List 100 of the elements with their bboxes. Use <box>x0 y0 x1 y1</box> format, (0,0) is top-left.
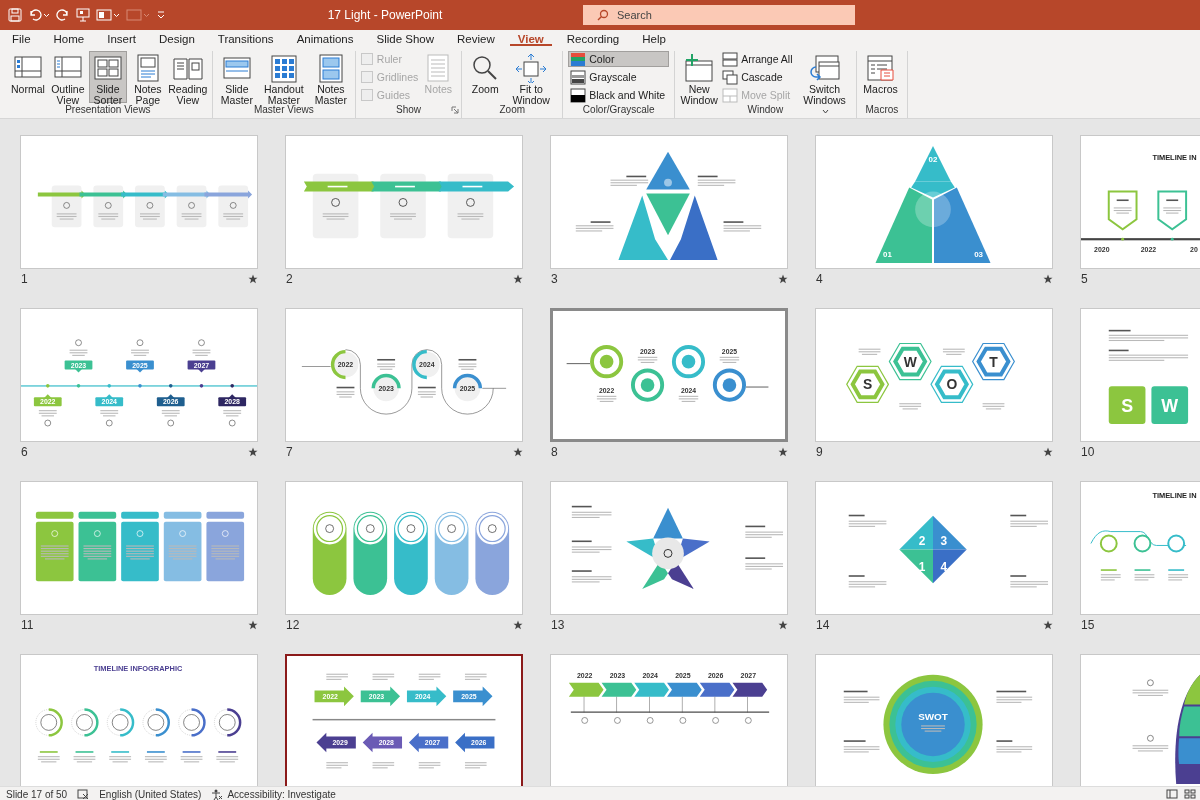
ribbon-tab[interactable]: Design <box>151 31 203 46</box>
ribbon-icon <box>570 87 587 103</box>
ribbon-tab[interactable]: Help <box>634 31 674 46</box>
checkbox-label: Guides <box>376 89 411 101</box>
slide-thumbnail[interactable] <box>20 481 258 615</box>
slide-text: T <box>989 353 998 370</box>
slide-text: 2 <box>918 534 926 549</box>
slide-number: 10 <box>1080 445 1095 459</box>
shape-icon <box>126 8 150 22</box>
ribbon-button[interactable]: Arrange All <box>720 51 797 67</box>
slide-number: 12 <box>285 618 300 632</box>
ribbon-tab[interactable]: Home <box>45 31 93 46</box>
presentation-icon[interactable] <box>76 8 90 22</box>
slide-number: 9 <box>815 445 823 459</box>
animation-star-icon[interactable] <box>248 274 258 284</box>
ribbon-button[interactable]: Grayscale <box>568 69 670 85</box>
ribbon-button[interactable]: Slide Sorter <box>88 51 127 103</box>
slide-text: W <box>903 353 917 370</box>
ribbon-button[interactable]: Switch Windows <box>798 51 851 103</box>
ribbon-button[interactable]: Macros <box>861 51 900 103</box>
slide-thumbnail[interactable] <box>550 135 788 269</box>
ribbon-tab[interactable]: Slide Show <box>368 31 443 46</box>
group-label: Window <box>746 103 785 117</box>
ribbon-icon <box>91 53 124 83</box>
animation-star-icon[interactable] <box>513 274 523 284</box>
animation-star-icon[interactable] <box>1043 274 1053 284</box>
ribbon-tab[interactable]: Transitions <box>209 31 282 46</box>
ribbon-tab[interactable]: Review <box>449 31 503 46</box>
ribbon-icon <box>683 53 716 83</box>
animation-star-icon[interactable] <box>248 620 258 630</box>
slide-number: 1 <box>20 272 28 286</box>
layout-icon[interactable] <box>96 8 120 22</box>
ribbon-button[interactable]: Cascade <box>720 69 797 85</box>
ribbon-button[interactable]: Outline View <box>48 51 87 103</box>
ribbon-button[interactable]: Color <box>568 51 670 67</box>
language-label[interactable]: English (United States) <box>99 788 202 800</box>
checkbox-label: Ruler <box>376 53 402 65</box>
ribbon-button[interactable]: Notes Master <box>311 51 350 103</box>
animation-star-icon[interactable] <box>513 620 523 630</box>
normal-view-icon[interactable] <box>1166 789 1178 799</box>
group-label: Color/Grayscale <box>581 103 656 117</box>
ribbon-icon <box>722 69 739 85</box>
slide-number: 5 <box>1080 272 1088 286</box>
checkbox-label: Gridlines <box>376 71 419 83</box>
ribbon-icon <box>864 53 897 83</box>
accessibility-status[interactable]: Accessibility: Investigate <box>227 788 336 800</box>
save-icon[interactable] <box>8 8 22 22</box>
search-icon <box>597 9 609 21</box>
slide-number: 6 <box>20 445 28 459</box>
slide-text: 4 <box>940 560 948 575</box>
animation-star-icon[interactable] <box>248 447 258 457</box>
ribbon-tab[interactable]: Animations <box>288 31 362 46</box>
undo-icon[interactable] <box>28 8 50 22</box>
ribbon-tab[interactable]: Recording <box>558 31 628 46</box>
slide-thumbnail[interactable] <box>550 481 788 615</box>
slide-sorter-icon[interactable] <box>1184 789 1196 799</box>
group-label: Master Views <box>252 104 315 117</box>
dialog-launcher-icon[interactable] <box>451 106 460 114</box>
slide-thumbnail[interactable]: S W O T <box>815 308 1053 442</box>
slide-text: S <box>1121 396 1134 417</box>
ribbon-button[interactable]: New Window <box>680 51 719 103</box>
accessibility-icon[interactable] <box>211 788 224 800</box>
ribbon-button[interactable]: Black and White <box>568 87 670 103</box>
animation-star-icon[interactable] <box>1043 447 1053 457</box>
slide-text: 03 <box>974 249 984 259</box>
ribbon-tab[interactable]: Insert <box>99 31 144 46</box>
slide-thumbnail[interactable] <box>20 135 258 269</box>
group-label: Presentation Views <box>64 104 151 117</box>
ribbon-button[interactable]: Zoom <box>467 51 504 103</box>
slide-thumbnail[interactable] <box>285 135 523 269</box>
ribbon-button[interactable]: Fit to Window <box>505 51 558 103</box>
ribbon-icon <box>570 51 587 67</box>
group-label: Show <box>395 103 423 117</box>
search-field[interactable]: Search <box>583 5 855 25</box>
redo-icon[interactable] <box>56 8 70 22</box>
slide-number: 2 <box>285 272 293 286</box>
slide-text: 02 <box>928 154 938 164</box>
animation-star-icon[interactable] <box>513 447 523 457</box>
spelling-icon[interactable] <box>77 788 90 800</box>
group-label: Zoom <box>498 104 527 117</box>
slide-text: 1 <box>918 560 926 575</box>
slide-number: 14 <box>815 618 830 632</box>
ribbon-button[interactable]: Reading View <box>168 51 207 103</box>
animation-star-icon[interactable] <box>778 620 788 630</box>
ribbon-icon <box>515 53 548 83</box>
group-label: Macros <box>864 103 900 117</box>
animation-star-icon[interactable] <box>778 274 788 284</box>
slide-text: S <box>862 376 873 393</box>
slide-number: 4 <box>815 272 823 286</box>
animation-star-icon[interactable] <box>778 447 788 457</box>
ribbon-tab[interactable]: View <box>509 31 552 46</box>
animation-star-icon[interactable] <box>1043 620 1053 630</box>
slide-thumbnail[interactable]: 2 3 1 4 <box>815 481 1053 615</box>
slide-text: 01 <box>883 249 892 259</box>
slide-number: 3 <box>550 272 558 286</box>
ribbon-button[interactable]: Slide Master <box>217 51 256 103</box>
ribbon-button[interactable]: Normal <box>9 51 47 103</box>
ribbon-icon <box>570 69 587 85</box>
ribbon-tab[interactable]: File <box>4 31 39 46</box>
slide-thumbnail[interactable] <box>285 481 523 615</box>
